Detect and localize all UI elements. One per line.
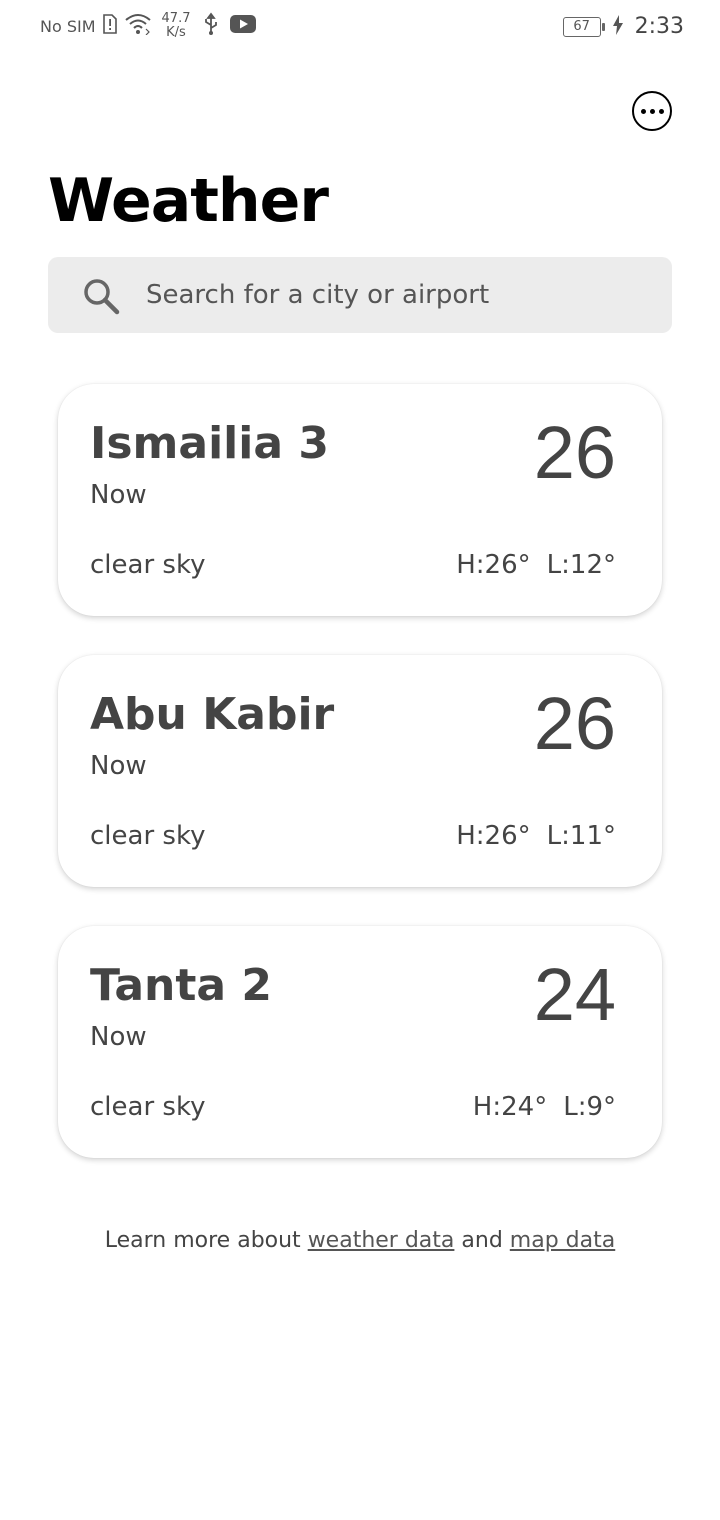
status-bar: No SIM 47.7 K/s 67 2:33 — [0, 0, 720, 62]
local-time: Now — [90, 480, 147, 510]
search-icon — [82, 277, 120, 315]
high-temperature: H:24° — [472, 1092, 548, 1122]
youtube-icon — [230, 14, 257, 38]
charging-icon — [612, 14, 623, 39]
status-bar-left: No SIM 47.7 K/s — [40, 12, 257, 40]
local-time: Now — [90, 1022, 147, 1052]
city-card-tanta[interactable]: Tanta 2 Now 24 clear sky H:24° L:9° — [58, 926, 662, 1158]
usb-icon — [202, 12, 220, 40]
status-bar-right: 67 2:33 — [562, 14, 684, 39]
city-card-ismailia[interactable]: Ismailia 3 Now 26 clear sky H:26° L:12° — [58, 384, 662, 616]
high-temperature: H:26° — [456, 821, 531, 851]
network-speed: 47.7 K/s — [162, 12, 191, 40]
network-speed-unit: K/s — [166, 25, 186, 40]
high-low: H:24° L:9° — [473, 1092, 616, 1122]
low-temperature: L:12° — [546, 550, 616, 580]
city-name: Ismailia 3 — [90, 418, 329, 469]
carrier-label: No SIM — [40, 16, 96, 36]
page-title: Weather — [48, 166, 329, 236]
city-name: Tanta 2 — [90, 960, 273, 1011]
current-temperature: 26 — [533, 411, 616, 494]
menu-dot-2 — [649, 108, 655, 114]
city-card-abu-kabir[interactable]: Abu Kabir Now 26 clear sky H:26° L:11° — [58, 655, 662, 887]
city-name: Abu Kabir — [90, 689, 335, 740]
low-temperature: L:9° — [563, 1092, 616, 1122]
footer-prefix: Learn more about — [104, 1228, 301, 1253]
search-input[interactable] — [146, 257, 646, 333]
battery-indicator: 67 — [562, 16, 605, 37]
weather-condition: clear sky — [90, 1092, 206, 1122]
more-options-button[interactable] — [632, 91, 672, 131]
high-temperature: H:26° — [456, 550, 531, 580]
low-temperature: L:11° — [546, 821, 616, 851]
menu-dot-1 — [640, 108, 646, 114]
network-speed-value: 47.7 — [161, 11, 191, 26]
wifi-icon — [124, 13, 152, 39]
attribution-footer: Learn more about weather data and map da… — [0, 1228, 720, 1253]
current-temperature: 24 — [533, 953, 616, 1036]
high-low: H:26° L:11° — [456, 821, 616, 851]
weather-condition: clear sky — [90, 821, 206, 851]
weather-data-link[interactable]: weather data — [308, 1228, 455, 1253]
local-time: Now — [90, 751, 147, 781]
search-bar[interactable] — [48, 257, 672, 333]
clock: 2:33 — [634, 14, 684, 39]
high-low: H:26° L:12° — [456, 550, 616, 580]
menu-dot-3 — [658, 108, 664, 114]
sim-alert-icon — [102, 14, 118, 38]
current-temperature: 26 — [533, 682, 616, 765]
map-data-link[interactable]: map data — [510, 1228, 615, 1253]
weather-condition: clear sky — [90, 550, 206, 580]
footer-middle: and — [461, 1228, 503, 1253]
